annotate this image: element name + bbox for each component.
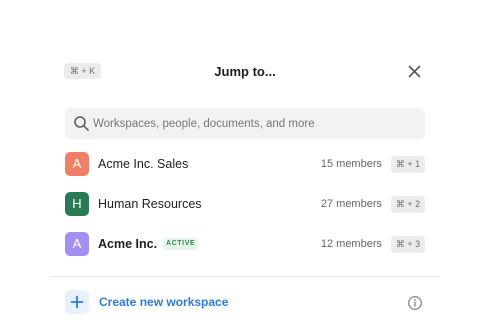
divider — [50, 276, 440, 277]
info-icon — [408, 296, 422, 310]
member-count: 12 members — [320, 238, 382, 250]
search-icon — [74, 116, 89, 131]
workspace-name: Human Resources — [98, 197, 202, 211]
create-workspace-button[interactable]: Create new workspace — [63, 290, 243, 314]
workspace-name: Acme Inc. Sales — [98, 157, 189, 171]
search-bar[interactable] — [65, 108, 425, 139]
workspace-row-human-resources[interactable]: H Human Resources 27 members ⌘ + 2 — [60, 188, 430, 220]
workspace-avatar: H — [65, 192, 89, 216]
plus-icon — [70, 295, 84, 309]
jump-to-dialog: ⌘ + K Jump to... A Acme Inc. Sales 15 me… — [0, 0, 490, 330]
workspace-shortcut: ⌘ + 2 — [391, 196, 425, 213]
workspace-row-acme-inc[interactable]: A Acme Inc. ACTIVE 12 members ⌘ + 3 — [60, 228, 430, 260]
workspace-shortcut: ⌘ + 1 — [391, 156, 425, 173]
workspace-shortcut: ⌘ + 3 — [391, 236, 425, 253]
active-badge: ACTIVE — [163, 238, 199, 250]
workspace-avatar: A — [65, 152, 89, 176]
member-count: 15 members — [320, 158, 382, 170]
close-icon — [408, 65, 421, 78]
info-button[interactable] — [407, 295, 423, 311]
create-workspace-label: Create new workspace — [99, 295, 229, 309]
plus-icon-box — [65, 290, 89, 314]
workspace-avatar: A — [65, 232, 89, 256]
member-count: 27 members — [320, 198, 382, 210]
workspace-row-acme-inc-sales[interactable]: A Acme Inc. Sales 15 members ⌘ + 1 — [60, 148, 430, 180]
search-input[interactable] — [93, 108, 413, 139]
workspace-name: Acme Inc. — [98, 237, 158, 251]
close-button[interactable] — [406, 63, 423, 80]
